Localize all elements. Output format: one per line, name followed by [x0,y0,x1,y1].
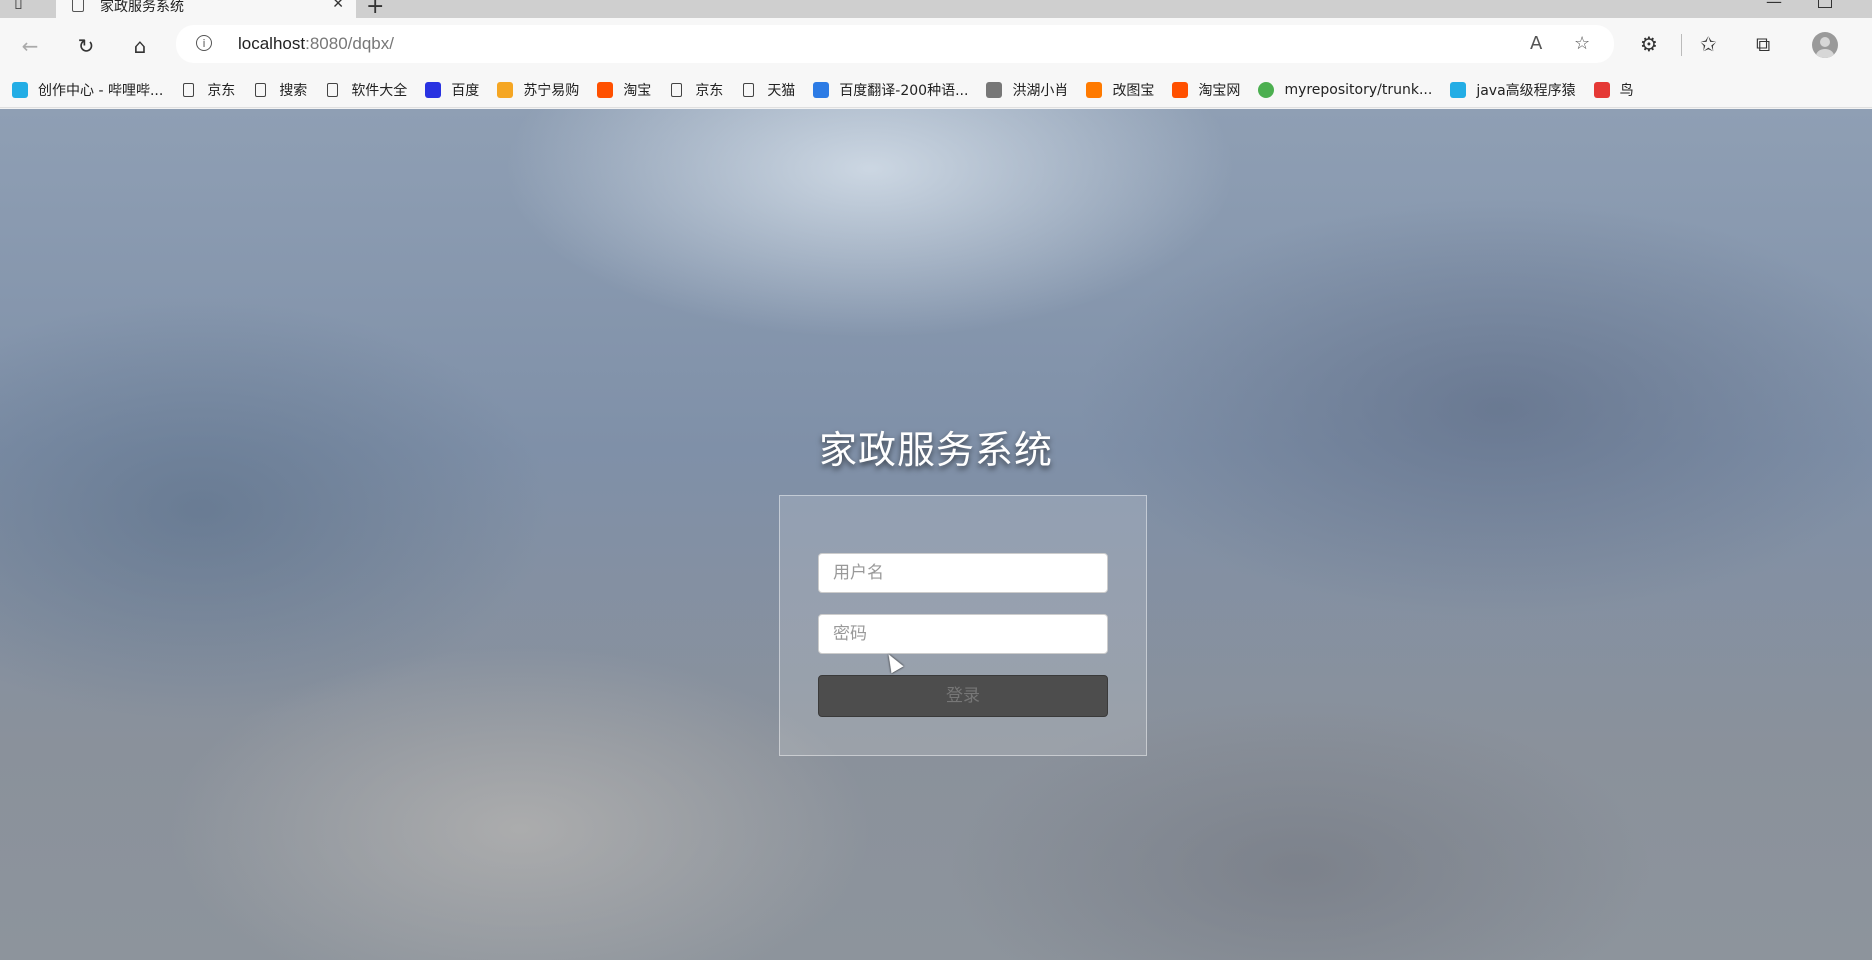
bookmark-label: 鸟 [1619,82,1634,99]
bookmarks-bar: 创作中心 - 哔哩哔... 京东 搜索 软件大全 百度 苏宁易购 淘宝 京东 天猫 百度翻译-20… [0,72,1872,108]
bookmark-item[interactable]: 淘宝网 [1172,80,1240,100]
bookmark-item[interactable]: 鸟 [1593,80,1634,100]
page-icon [671,82,683,97]
url-text[interactable]: localhost:8080/dqbx/ [238,34,394,54]
baidu-icon [425,81,442,98]
bookmark-item[interactable]: 京东 [181,80,235,100]
taobao-icon [1172,81,1189,98]
new-tab-icon[interactable]: + [366,0,384,18]
bird-red-icon [1593,81,1610,98]
page-icon [183,82,195,97]
bookmark-label: myrepository/trunk... [1284,81,1433,98]
username-input[interactable] [818,553,1108,593]
bookmark-label: 改图宝 [1112,82,1155,99]
home-icon[interactable]: ⌂ [124,30,156,62]
bookmark-item[interactable]: 洪湖小肖 [986,80,1068,100]
bookmark-item[interactable]: 京东 [669,80,723,100]
page-icon [255,82,267,97]
login-form: 登录 [779,495,1147,756]
minimize-icon[interactable]: — [1766,0,1782,11]
refresh-icon[interactable]: ↻ [70,30,102,62]
password-input[interactable] [818,614,1108,654]
login-page: 家政服务系统 登录 [0,109,1872,960]
bookmark-item[interactable]: 苏宁易购 [497,80,579,100]
bilibili-icon [1450,81,1467,98]
bilibili-icon [12,81,28,98]
extensions-icon[interactable]: ⚙ [1640,32,1658,56]
translate-icon [813,81,830,98]
bookmark-label: 搜索 [279,82,308,99]
bookmark-label: 百度 [451,82,480,99]
url-path: :8080/dqbx/ [305,34,394,53]
bookmark-label: java高级程序猿 [1476,82,1576,99]
bookmark-label: 苏宁易购 [523,82,580,99]
bookmark-label: 京东 [207,82,236,99]
gaitubao-icon [1086,81,1103,98]
bookmark-label: 天猫 [767,82,796,99]
bird-icon [986,81,1003,98]
back-icon[interactable]: ← [14,30,46,62]
bookmark-item[interactable]: 天猫 [741,80,795,100]
login-button[interactable]: 登录 [818,675,1108,717]
taobao-icon [597,81,614,98]
browser-toolbar: ← ↻ ⌂ i localhost:8080/dqbx/ A ☆ ⚙ ✩ ⧉ [0,18,1872,72]
bookmark-label: 创作中心 - 哔哩哔... [38,82,164,99]
page-icon [327,82,339,97]
page-icon [743,82,755,97]
tab-active[interactable]: 家政服务系统 ✕ [56,0,356,18]
bookmark-label: 京东 [695,82,724,99]
bookmark-item[interactable]: myrepository/trunk... [1258,81,1433,98]
bookmark-item[interactable]: 搜索 [253,80,307,100]
bookmark-item[interactable]: 创作中心 - 哔哩哔... [12,80,163,100]
suning-icon [497,81,514,98]
page-icon [72,0,84,12]
bookmark-label: 淘宝网 [1198,82,1241,99]
bookmark-item[interactable]: 改图宝 [1086,80,1154,100]
read-aloud-icon[interactable]: A [1530,33,1542,54]
collections-icon[interactable]: ⧉ [1756,32,1770,56]
profile-avatar[interactable] [1812,32,1838,58]
tab-strip: ▯ 家政服务系统 ✕ + — [0,0,1872,18]
address-bar[interactable]: i localhost:8080/dqbx/ A ☆ [176,25,1614,63]
bookmark-label: 软件大全 [351,82,408,99]
tab-title: 家政服务系统 [100,0,184,15]
add-favorite-icon[interactable]: ☆ [1574,33,1590,54]
favorites-icon[interactable]: ✩ [1700,32,1717,56]
url-host: localhost [238,34,306,53]
bookmark-item[interactable]: 百度 [425,80,479,100]
info-icon[interactable]: i [196,35,212,51]
close-icon[interactable]: ✕ [332,0,344,12]
chrome-icon [1258,81,1275,98]
sidebar-toggle-icon[interactable]: ▯ [14,0,34,12]
page-title: 家政服务系统 [818,428,1053,472]
toolbar-divider [1681,34,1682,56]
restore-icon[interactable] [1818,0,1832,8]
bookmark-item[interactable]: 软件大全 [325,80,407,100]
bookmark-item[interactable]: 淘宝 [597,80,651,100]
bookmark-item[interactable]: java高级程序猿 [1450,80,1576,100]
bookmark-label: 淘宝 [623,82,652,99]
bookmark-label: 百度翻译-200种语... [839,82,969,99]
bookmark-item[interactable]: 百度翻译-200种语... [813,80,968,100]
bookmark-label: 洪湖小肖 [1012,82,1069,99]
